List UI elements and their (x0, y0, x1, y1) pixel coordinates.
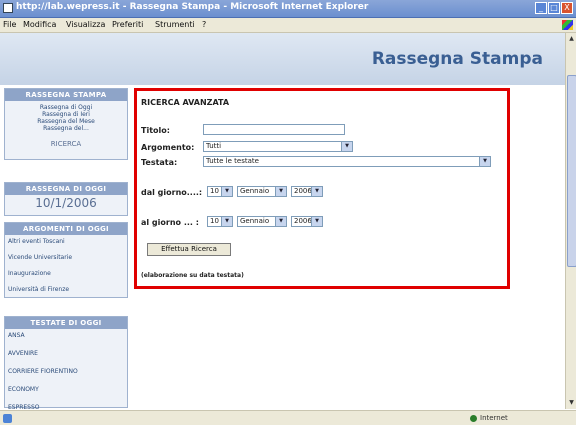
dal-year-value: 2006 (294, 187, 312, 195)
box-heading: RASSEGNA STAMPA (5, 89, 127, 101)
chevron-down-icon[interactable]: ▼ (341, 142, 352, 151)
al-giorno-label: al giorno ... : (141, 218, 199, 227)
scroll-thumb[interactable] (567, 75, 576, 267)
argomento-link[interactable]: Inaugurazione (5, 270, 127, 278)
dal-month-select[interactable]: Gennaio ▼ (237, 186, 287, 197)
al-day-value: 10 (210, 217, 219, 225)
box-argomenti-oggi: ARGOMENTI DI OGGI Altri eventi Toscani V… (4, 222, 128, 298)
testata-value: Tutte le testate (206, 157, 259, 165)
al-month-select[interactable]: Gennaio ▼ (237, 216, 287, 227)
argomento-link[interactable]: Vicende Universitarie (5, 254, 127, 262)
title-bar[interactable]: http://lab.wepress.it - Rassegna Stampa … (0, 0, 576, 18)
titolo-label: Titolo: (141, 126, 170, 135)
chevron-down-icon[interactable]: ▼ (221, 187, 232, 196)
chevron-down-icon[interactable]: ▼ (221, 217, 232, 226)
link-rassegna-ieri[interactable]: Rassegna di Ieri (5, 111, 127, 118)
box-heading: ARGOMENTI DI OGGI (5, 223, 127, 235)
chevron-down-icon[interactable]: ▼ (275, 187, 286, 196)
menu-file[interactable]: File (3, 20, 16, 29)
argomento-link[interactable]: Altri eventi Toscani (5, 238, 127, 246)
box-heading: TESTATE DI OGGI (5, 317, 127, 329)
site-title: Rassegna Stampa (371, 49, 543, 69)
chevron-down-icon[interactable]: ▼ (311, 217, 322, 226)
al-year-select[interactable]: 2006 ▼ (291, 216, 323, 227)
argomento-select[interactable]: Tutti ▼ (203, 141, 353, 152)
al-month-value: Gennaio (240, 217, 270, 225)
argomento-value: Tutti (206, 142, 222, 150)
menu-help[interactable]: ? (202, 20, 206, 29)
chevron-down-icon[interactable]: ▼ (275, 217, 286, 226)
testata-link[interactable]: CORRIERE FIORENTINO (5, 368, 127, 376)
menu-bar: File Modifica Visualizza Preferiti Strum… (0, 18, 576, 33)
link-rassegna-mese[interactable]: Rassegna del Mese (5, 118, 127, 125)
titolo-input[interactable] (203, 124, 345, 135)
argomento-label: Argomento: (141, 143, 195, 152)
vertical-scrollbar[interactable]: ▲ ▼ (565, 33, 576, 409)
testata-link[interactable]: ANSA (5, 332, 127, 340)
box-heading: RASSEGNA DI OGGI (5, 183, 127, 195)
close-button[interactable]: X (561, 2, 573, 14)
scroll-up-icon[interactable]: ▲ (567, 34, 576, 43)
box-rassegna-oggi: RASSEGNA DI OGGI 10/1/2006 (4, 182, 128, 216)
testata-link[interactable]: ECONOMY (5, 386, 127, 394)
windows-flag-icon (562, 20, 573, 30)
chevron-down-icon[interactable]: ▼ (311, 187, 322, 196)
box-testate-oggi: TESTATE DI OGGI ANSA AVVENIRE CORRIERE F… (4, 316, 128, 411)
dal-giorno-label: dal giorno....: (141, 188, 203, 197)
form-note: (elaborazione su data testata) (141, 272, 244, 279)
sidebar: RASSEGNA STAMPA Rassegna di Oggi Rassegn… (4, 88, 128, 411)
link-rassegna-oggi[interactable]: Rassegna di Oggi (5, 104, 127, 111)
maximize-button[interactable]: □ (548, 2, 560, 14)
al-day-select[interactable]: 10 ▼ (207, 216, 233, 227)
browser-window: http://lab.wepress.it - Rassegna Stampa … (0, 0, 576, 425)
globe-icon (470, 415, 477, 422)
link-ricerca[interactable]: RICERCA (5, 140, 127, 148)
dal-month-value: Gennaio (240, 187, 270, 195)
dal-year-select[interactable]: 2006 ▼ (291, 186, 323, 197)
menu-preferiti[interactable]: Preferiti (112, 20, 143, 29)
dal-day-value: 10 (210, 187, 219, 195)
window-title: http://lab.wepress.it - Rassegna Stampa … (16, 2, 369, 12)
status-bar: Internet (0, 410, 576, 425)
chevron-down-icon[interactable]: ▼ (479, 157, 490, 166)
menu-modifica[interactable]: Modifica (23, 20, 56, 29)
submit-search-button[interactable]: Effettua Ricerca (147, 243, 231, 256)
testata-select[interactable]: Tutte le testate ▼ (203, 156, 491, 167)
dal-day-select[interactable]: 10 ▼ (207, 186, 233, 197)
box-rassegna-stampa: RASSEGNA STAMPA Rassegna di Oggi Rassegn… (4, 88, 128, 160)
current-date: 10/1/2006 (35, 196, 97, 210)
ie-icon (3, 3, 13, 13)
site-banner: Rassegna Stampa (0, 33, 565, 85)
al-year-value: 2006 (294, 217, 312, 225)
scroll-down-icon[interactable]: ▼ (567, 398, 576, 407)
testata-label: Testata: (141, 158, 178, 167)
testata-link[interactable]: AVVENIRE (5, 350, 127, 358)
search-form-panel: RICERCA AVANZATA Titolo: Argomento: Tutt… (134, 88, 510, 289)
minimize-button[interactable]: _ (535, 2, 547, 14)
page-icon (3, 414, 12, 423)
argomento-link[interactable]: Università di Firenze (5, 286, 127, 294)
link-rassegna-del[interactable]: Rassegna del... (5, 125, 127, 132)
menu-visualizza[interactable]: Visualizza (66, 20, 105, 29)
menu-strumenti[interactable]: Strumenti (155, 20, 195, 29)
security-zone: Internet (480, 414, 508, 422)
form-heading: RICERCA AVANZATA (141, 98, 230, 107)
